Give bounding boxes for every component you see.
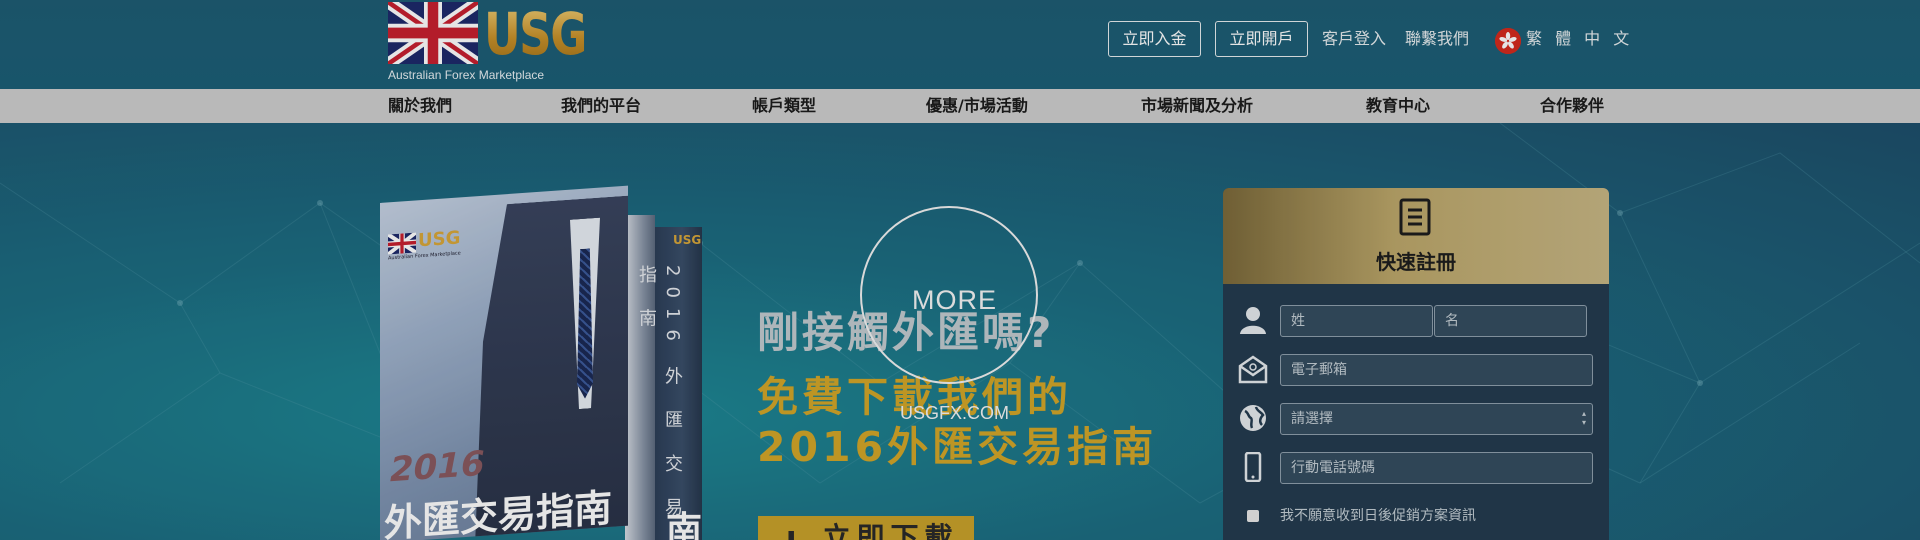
mobile-phone-icon [1244, 452, 1262, 482]
forex-guide-book-image[interactable]: USG 2016 外 匯 交 易 指 南 南 USG Australian Fo… [380, 185, 725, 540]
quick-register-panel: 快速註冊 姓 名 電子郵箱 請選擇 行動電話號碼 我不願意收到日後促銷方案資訊 [1223, 188, 1609, 540]
nav-item-platforms[interactable]: 我們的平台 [561, 89, 641, 123]
nav-item-about[interactable]: 關於我們 [388, 89, 452, 123]
main-nav: 關於我們 我們的平台 帳戶類型 優惠/市場活動 市場新聞及分析 教育中心 合作夥… [0, 89, 1920, 123]
book-cover-year: 2016 [390, 443, 485, 491]
book-spine [625, 215, 655, 540]
hero-banner: USG 2016 外 匯 交 易 指 南 南 USG Australian Fo… [0, 123, 1920, 540]
site-header: USG Australian Forex Marketplace 立即入金 立即… [0, 0, 1920, 89]
book-cover-brand: USG [418, 227, 461, 252]
last-name-input[interactable]: 姓 [1280, 305, 1433, 337]
globe-icon [1240, 405, 1266, 431]
usg-logo[interactable]: USG Australian Forex Marketplace [388, 0, 587, 82]
download-guide-button[interactable]: ⬇ 立即下載 [758, 516, 974, 540]
language-selector[interactable]: 繁 體 中 文 [1526, 27, 1633, 51]
email-icon [1238, 355, 1268, 384]
nav-item-partners[interactable]: 合作夥伴 [1540, 89, 1604, 123]
opt-out-label: 我不願意收到日後促銷方案資訊 [1280, 508, 1476, 524]
book-back-title: 南 [666, 510, 703, 540]
opt-out-checkbox[interactable] [1247, 510, 1259, 522]
download-arrow-icon: ⬇ [782, 519, 806, 540]
nav-item-education[interactable]: 教育中心 [1366, 89, 1430, 123]
country-select[interactable]: 請選擇 [1280, 403, 1593, 435]
hong-kong-flag-icon[interactable] [1495, 28, 1521, 54]
open-account-button[interactable]: 立即開戶 [1215, 21, 1308, 57]
register-header: 快速註冊 [1223, 188, 1609, 284]
email-input[interactable]: 電子郵箱 [1280, 354, 1593, 386]
document-icon [1399, 198, 1431, 236]
contact-link[interactable]: 聯繫我們 [1405, 27, 1469, 51]
book-spine-title: 2016 外 匯 交 易 指 南 [636, 265, 683, 526]
login-link[interactable]: 客戶登入 [1322, 27, 1386, 51]
book-spine-logo: USG [673, 233, 702, 247]
logo-brand-text: USG [484, 0, 587, 68]
phone-input[interactable]: 行動電話號碼 [1280, 452, 1593, 484]
nav-item-news-analysis[interactable]: 市場新聞及分析 [1141, 89, 1253, 123]
more-watermark-text: MORE [912, 285, 997, 315]
union-jack-icon [388, 2, 478, 64]
nav-item-promotions[interactable]: 優惠/市場活動 [926, 89, 1028, 123]
logo-tagline: Australian Forex Marketplace [388, 68, 545, 82]
book-front-cover: USG Australian Forex Marketplace 2016 外匯… [380, 185, 628, 540]
book-cover-logo: USG Australian Forex Marketplace [388, 227, 461, 262]
register-title: 快速註冊 [1376, 250, 1456, 274]
site-watermark-text: USGFX.COM [900, 403, 1010, 423]
download-button-label: 立即下載 [822, 521, 959, 540]
user-icon [1240, 307, 1266, 334]
deposit-button[interactable]: 立即入金 [1108, 21, 1201, 57]
first-name-input[interactable]: 名 [1434, 305, 1587, 337]
union-jack-icon [388, 232, 416, 255]
nav-item-account-types[interactable]: 帳戶類型 [752, 89, 816, 123]
